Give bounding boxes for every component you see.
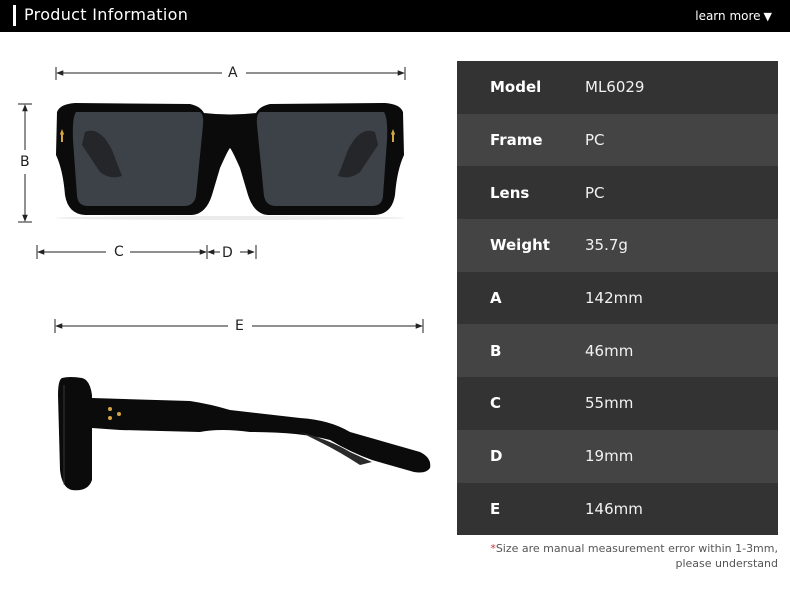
spec-value: 46mm <box>585 341 634 360</box>
spec-label: Weight <box>490 236 550 255</box>
spec-row-frame: Frame PC <box>457 113 778 167</box>
dimension-label-d: D <box>221 245 234 261</box>
spec-row-d: D 19mm <box>457 429 778 483</box>
spec-value: 55mm <box>585 394 634 413</box>
note-line-1: Size are manual measurement error within… <box>495 542 778 555</box>
spec-row-e: E 146mm <box>457 482 778 536</box>
spec-row-lens: Lens PC <box>457 166 778 220</box>
learn-more-label: learn more <box>695 9 761 23</box>
spec-value: PC <box>585 131 605 150</box>
spec-row-c: C 55mm <box>457 377 778 430</box>
spec-value: 19mm <box>585 447 634 466</box>
spec-label: A <box>490 289 502 308</box>
note-line-2: please understand <box>675 557 779 570</box>
spec-row-b: B 46mm <box>457 324 778 378</box>
learn-more-link[interactable]: learn more ▼ <box>695 9 772 23</box>
spec-value: 146mm <box>585 499 643 518</box>
dimension-label-a: A <box>225 66 241 80</box>
triangle-down-icon: ▼ <box>763 10 772 23</box>
spec-row-weight: Weight 35.7g <box>457 219 778 272</box>
dimension-label-e: E <box>232 319 247 333</box>
rivet <box>108 416 112 420</box>
spec-row-model: Model ML6029 <box>457 61 778 114</box>
sunglasses-side-view <box>58 377 431 491</box>
dimension-label-c: C <box>111 245 127 259</box>
spec-label: D <box>490 447 503 466</box>
rivet <box>117 412 121 416</box>
spec-label: C <box>490 394 502 413</box>
product-diagram <box>18 67 431 491</box>
spec-value: ML6029 <box>585 78 645 97</box>
rivet <box>108 407 112 411</box>
spec-label: Lens <box>490 183 530 202</box>
spec-label: E <box>490 499 501 518</box>
spec-value: PC <box>585 183 605 202</box>
sunglasses-front-view <box>55 103 405 220</box>
spec-table: Model ML6029 Frame PC Lens PC Weight 35.… <box>457 61 778 536</box>
spec-label: Model <box>490 78 542 97</box>
dimension-label-b: B <box>17 155 33 169</box>
spec-value: 35.7g <box>585 236 628 255</box>
spec-label: B <box>490 341 502 360</box>
measurement-note: *Size are manual measurement error withi… <box>490 541 778 571</box>
spec-row-a: A 142mm <box>457 271 778 325</box>
spec-value: 142mm <box>585 289 643 308</box>
spec-label: Frame <box>490 131 543 150</box>
